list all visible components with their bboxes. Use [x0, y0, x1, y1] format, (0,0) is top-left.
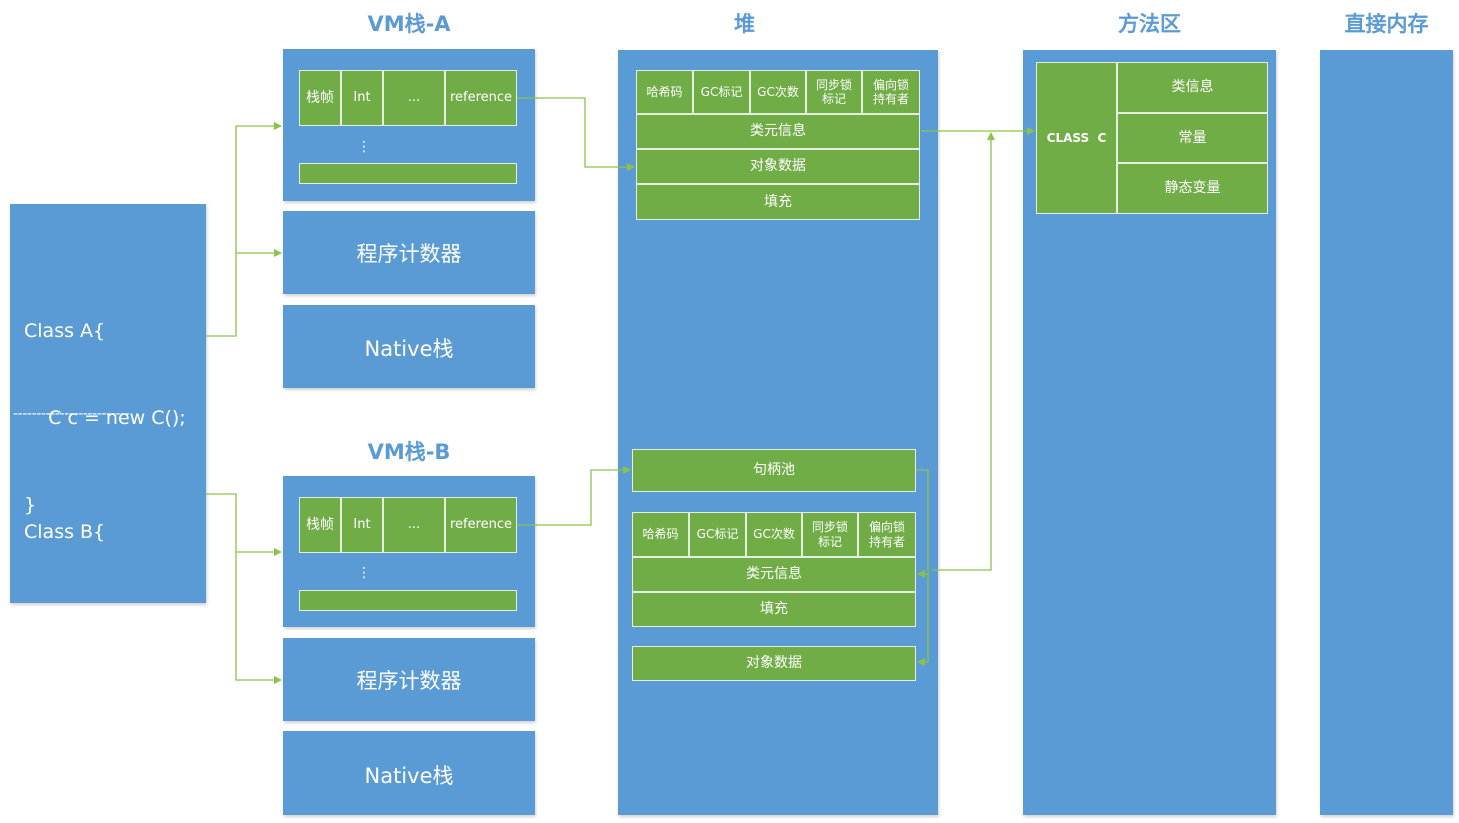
class-b-to-frames-arrow [206, 493, 282, 684]
ref-a-to-object-data-arrow [517, 97, 635, 171]
handle-pool-to-data-arrow [917, 574, 929, 666]
ref-b-to-handle-pool-arrow [517, 466, 631, 526]
handle-pool-to-meta-arrow [916, 469, 929, 578]
connector-layer [206, 97, 1035, 684]
obj2-meta-to-class-c-arrow [932, 132, 995, 571]
class-a-to-frames-arrow [206, 122, 282, 337]
